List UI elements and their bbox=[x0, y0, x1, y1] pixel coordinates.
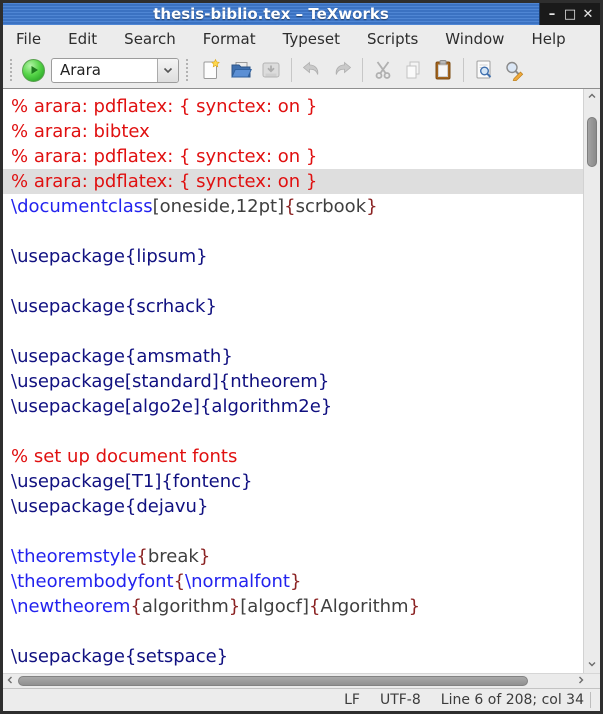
code-line: \newtheorem{algorithm}[algocf]{Algorithm… bbox=[3, 594, 583, 619]
find-replace-button[interactable] bbox=[499, 55, 529, 85]
code-line: \usepackage{dejavu} bbox=[3, 494, 583, 519]
chevron-down-icon bbox=[163, 67, 173, 74]
statusbar: LF UTF-8 Line 6 of 208; col 34 bbox=[3, 688, 600, 711]
undo-button[interactable] bbox=[297, 55, 327, 85]
save-icon bbox=[259, 58, 283, 82]
maximize-button[interactable]: □ bbox=[563, 8, 577, 21]
code-line: \usepackage[standard]{ntheorem} bbox=[3, 369, 583, 394]
find-button[interactable] bbox=[469, 55, 499, 85]
code-line bbox=[3, 419, 583, 444]
code-line: % set up document fonts bbox=[3, 444, 583, 469]
code-line: \usepackage{setspace} bbox=[3, 644, 583, 669]
titlebar: thesis-biblio.tex – TeXworks – □ ✕ bbox=[3, 3, 600, 25]
menu-item-help[interactable]: Help bbox=[531, 30, 565, 48]
combo-dropdown-button[interactable] bbox=[157, 59, 178, 82]
scroll-up-icon[interactable] bbox=[588, 92, 596, 102]
code-line bbox=[3, 269, 583, 294]
toolbar-separator bbox=[463, 58, 464, 82]
menu-item-typeset[interactable]: Typeset bbox=[283, 30, 340, 48]
menu-item-search[interactable]: Search bbox=[124, 30, 176, 48]
vertical-scrollbar[interactable] bbox=[583, 89, 600, 673]
code-line bbox=[3, 519, 583, 544]
horizontal-scrollbar-thumb[interactable] bbox=[18, 676, 528, 686]
toolbar-separator bbox=[291, 58, 292, 82]
save-document-button[interactable] bbox=[256, 55, 286, 85]
cut-icon bbox=[371, 58, 395, 82]
toolbar-grip[interactable] bbox=[10, 59, 15, 81]
code-line: \theoremstyle{break} bbox=[3, 544, 583, 569]
code-line: \usepackage[algo2e]{algorithm2e} bbox=[3, 394, 583, 419]
code-line: % arara: pdflatex: { synctex: on } bbox=[3, 144, 583, 169]
close-button[interactable]: ✕ bbox=[581, 8, 595, 21]
code-line bbox=[3, 219, 583, 244]
code-line: \usepackage[T1]{fontenc} bbox=[3, 469, 583, 494]
copy-button[interactable] bbox=[398, 55, 428, 85]
copy-icon bbox=[401, 58, 425, 82]
titlebar-drag-area[interactable]: thesis-biblio.tex – TeXworks bbox=[3, 3, 540, 25]
find-icon bbox=[472, 58, 496, 82]
editor: % arara: pdflatex: { synctex: on }% arar… bbox=[3, 88, 600, 673]
code-line: \theorembodyfont{\normalfont} bbox=[3, 569, 583, 594]
code-line bbox=[3, 319, 583, 344]
scroll-left-icon[interactable] bbox=[7, 676, 13, 687]
code-line bbox=[3, 619, 583, 644]
toolbar-grip[interactable] bbox=[186, 59, 191, 81]
new-document-icon bbox=[199, 58, 223, 82]
menu-item-file[interactable]: File bbox=[16, 30, 41, 48]
menu-item-scripts[interactable]: Scripts bbox=[367, 30, 418, 48]
code-area[interactable]: % arara: pdflatex: { synctex: on }% arar… bbox=[3, 89, 583, 673]
minimize-button[interactable]: – bbox=[545, 8, 559, 21]
code-line: % arara: pdflatex: { synctex: on } bbox=[3, 94, 583, 119]
code-line: \usepackage{scrhack} bbox=[3, 294, 583, 319]
cut-button[interactable] bbox=[368, 55, 398, 85]
code-line: \usepackage{amsmath} bbox=[3, 344, 583, 369]
open-folder-icon bbox=[229, 58, 253, 82]
code-line: \documentclass[oneside,12pt]{scrbook} bbox=[3, 194, 583, 219]
menu-item-window[interactable]: Window bbox=[445, 30, 504, 48]
statusbar-grip bbox=[590, 692, 591, 708]
cursor-position-indicator: Line 6 of 208; col 34 bbox=[441, 692, 584, 708]
open-document-button[interactable] bbox=[226, 55, 256, 85]
new-document-button[interactable] bbox=[196, 55, 226, 85]
code-line: \usepackage{lipsum} bbox=[3, 244, 583, 269]
typeset-tool-select[interactable]: Arara bbox=[51, 58, 179, 83]
texworks-window: thesis-biblio.tex – TeXworks – □ ✕ File E… bbox=[0, 0, 603, 714]
undo-icon bbox=[300, 58, 324, 82]
menu-item-edit[interactable]: Edit bbox=[68, 30, 97, 48]
redo-icon bbox=[330, 58, 354, 82]
typeset-button[interactable] bbox=[22, 59, 45, 82]
paste-button[interactable] bbox=[428, 55, 458, 85]
window-controls: – □ ✕ bbox=[540, 3, 600, 25]
encoding-indicator: UTF-8 bbox=[380, 692, 421, 708]
find-replace-icon bbox=[502, 58, 526, 82]
scroll-down-icon[interactable] bbox=[588, 660, 596, 670]
menubar: File Edit Search Format Typeset Scripts Window… bbox=[3, 25, 600, 52]
paste-icon bbox=[431, 58, 455, 82]
line-ending-indicator: LF bbox=[344, 692, 360, 708]
typeset-tool-value: Arara bbox=[52, 61, 157, 79]
menu-item-format[interactable]: Format bbox=[203, 30, 256, 48]
scroll-right-icon[interactable] bbox=[578, 676, 584, 687]
code-line: % arara: pdflatex: { synctex: on } bbox=[3, 169, 583, 194]
code-line: % arara: bibtex bbox=[3, 119, 583, 144]
toolbar-separator bbox=[362, 58, 363, 82]
horizontal-scrollbar[interactable] bbox=[3, 673, 600, 688]
window-title: thesis-biblio.tex – TeXworks bbox=[153, 5, 389, 23]
toolbar: Arara bbox=[3, 52, 600, 88]
redo-button[interactable] bbox=[327, 55, 357, 85]
vertical-scrollbar-thumb[interactable] bbox=[587, 117, 597, 167]
play-icon bbox=[28, 64, 40, 76]
